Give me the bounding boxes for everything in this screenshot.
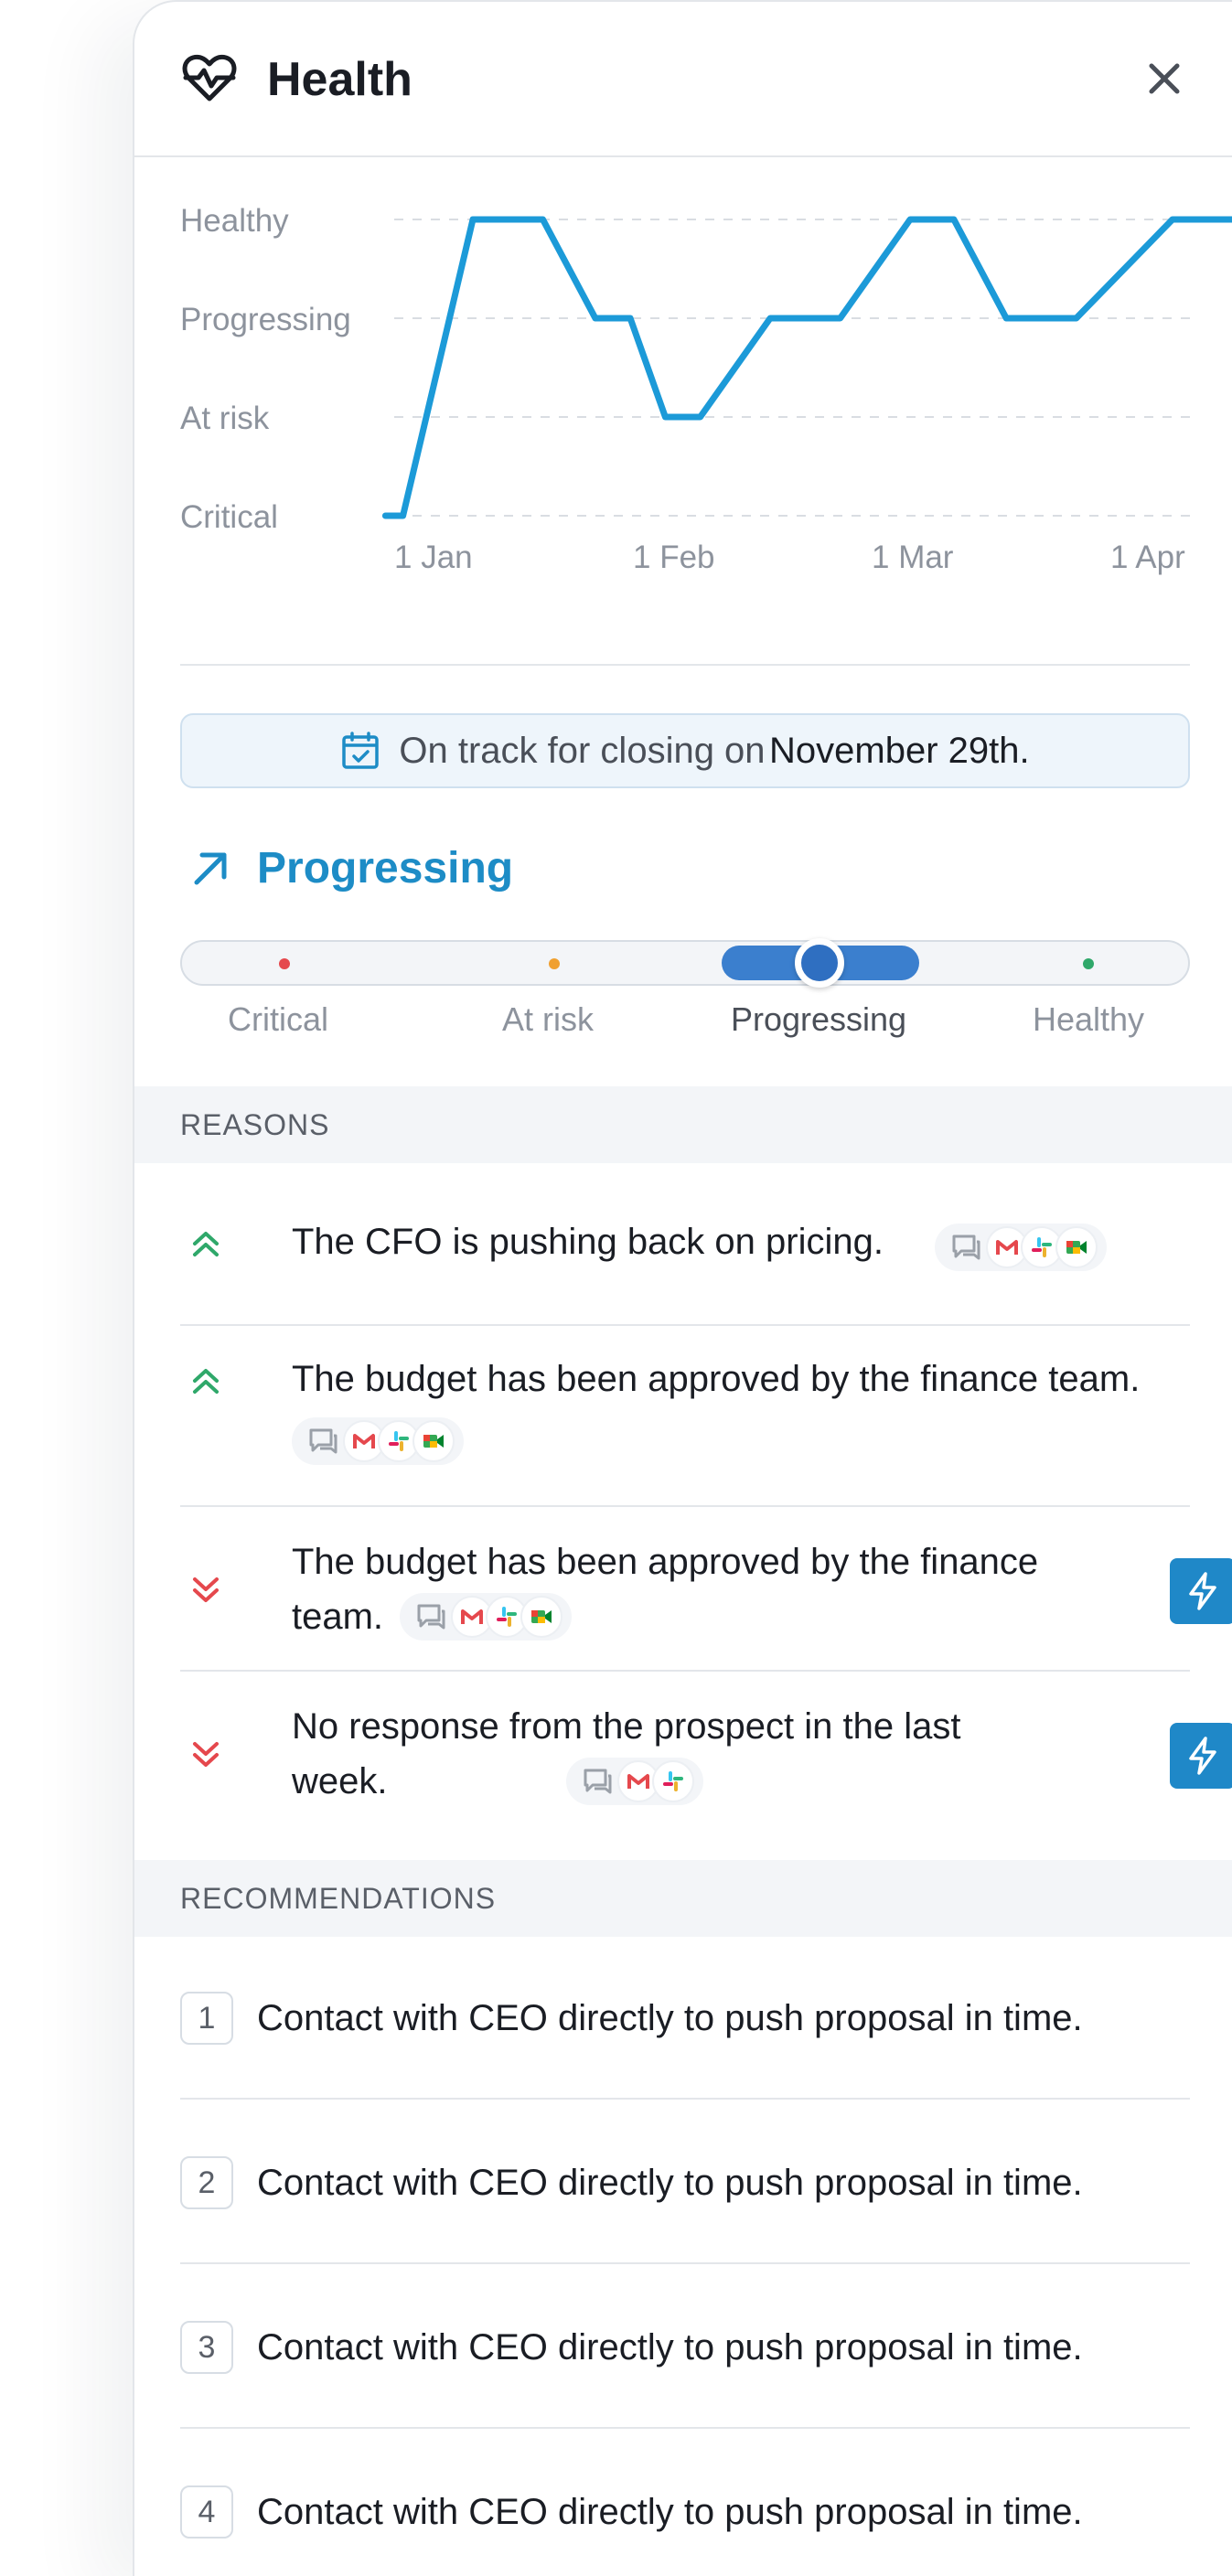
scale-label-healthy: Healthy xyxy=(1032,1000,1145,1038)
divider xyxy=(180,664,1190,666)
lightning-icon xyxy=(1189,1572,1216,1610)
panel-header: Health xyxy=(134,2,1232,157)
x-tick-label: 1 Jan xyxy=(394,540,473,575)
recommendation-number: 3 xyxy=(180,2321,233,2374)
scale-label-progressing: Progressing xyxy=(730,1000,907,1038)
banner-text: On track for closing on xyxy=(399,730,766,771)
divider xyxy=(180,1324,1190,1326)
reason-text-line1: No response from the prospect in the las… xyxy=(292,1706,961,1747)
reason-sources[interactable] xyxy=(292,1417,464,1465)
banner-date: November 29th. xyxy=(769,730,1030,771)
chat-icon xyxy=(952,1235,980,1260)
divider xyxy=(180,2262,1190,2264)
health-scale-slider[interactable] xyxy=(180,938,1190,988)
section-title: RECOMMENDATIONS xyxy=(180,1881,497,1915)
reason-item: The budget has been approved by the fina… xyxy=(180,1534,1232,1672)
status-row: Progressing xyxy=(191,836,513,900)
double-chevron-down-icon xyxy=(193,1577,219,1602)
recommendation-item[interactable]: 3 Contact with CEO directly to push prop… xyxy=(180,2321,1190,2376)
recommendation-text: Contact with CEO directly to push propos… xyxy=(257,1998,1083,2038)
at-risk-dot xyxy=(549,958,560,969)
google-meet-icon xyxy=(412,1420,455,1462)
chat-icon xyxy=(584,1769,612,1794)
recommendation-text: Contact with CEO directly to push propos… xyxy=(257,2163,1083,2203)
reason-sources[interactable] xyxy=(400,1593,572,1641)
health-panel: Health Healthy Progressing At risk Criti… xyxy=(133,0,1232,2576)
double-chevron-down-icon xyxy=(193,1742,219,1767)
divider xyxy=(180,2098,1190,2100)
recommendation-item[interactable]: 4 Contact with CEO directly to push prop… xyxy=(180,2485,1190,2540)
y-tick-label: Critical xyxy=(180,499,278,535)
recommendation-item[interactable]: 2 Contact with CEO directly to push prop… xyxy=(180,2156,1190,2211)
recommendation-number: 2 xyxy=(180,2156,233,2209)
section-title: REASONS xyxy=(180,1107,330,1141)
chat-icon xyxy=(417,1604,445,1630)
critical-dot xyxy=(279,958,290,969)
quick-action-button[interactable] xyxy=(1170,1558,1232,1624)
recommendation-number: 4 xyxy=(180,2485,233,2539)
divider xyxy=(180,1670,1190,1672)
divider xyxy=(180,1505,1190,1507)
lightning-icon xyxy=(1189,1737,1216,1775)
reason-item: The budget has been approved by the fina… xyxy=(180,1352,1190,1507)
calendar-check-icon xyxy=(342,732,380,769)
health-line-chart xyxy=(381,216,1232,519)
x-tick-label: 1 Apr xyxy=(1110,540,1185,575)
y-tick-label: Progressing xyxy=(180,302,351,337)
slack-icon xyxy=(652,1760,694,1802)
google-meet-icon xyxy=(520,1596,562,1638)
double-chevron-up-icon xyxy=(193,1232,219,1256)
slider-knob[interactable] xyxy=(795,938,844,988)
recommendation-text: Contact with CEO directly to push propos… xyxy=(257,2327,1083,2368)
page-title: Health xyxy=(267,53,412,106)
scale-label-critical: Critical xyxy=(227,1000,328,1038)
reason-text: The budget has been approved by the fina… xyxy=(292,1359,1141,1399)
reasons-section-header: REASONS xyxy=(134,1086,1232,1163)
reason-text-line2: team. xyxy=(292,1597,384,1637)
scale-label-at-risk: At risk xyxy=(501,1000,594,1038)
heart-pulse-icon xyxy=(182,54,237,102)
reason-text-line1: The budget has been approved by the fina… xyxy=(292,1542,1039,1582)
double-chevron-up-icon xyxy=(193,1369,219,1394)
x-tick-label: 1 Mar xyxy=(872,540,954,575)
reason-item: No response from the prospect in the las… xyxy=(180,1699,1232,1836)
recommendations-section-header: RECOMMENDATIONS xyxy=(134,1860,1232,1937)
divider xyxy=(180,2427,1190,2429)
reason-item: The CFO is pushing back on pricing. xyxy=(180,1214,1190,1324)
reason-text: The CFO is pushing back on pricing. xyxy=(292,1222,884,1262)
close-icon[interactable] xyxy=(1141,55,1188,102)
reason-sources[interactable] xyxy=(935,1224,1107,1271)
health-series-line xyxy=(381,216,1232,519)
y-tick-label: Healthy xyxy=(180,203,289,239)
recommendation-text: Contact with CEO directly to push propos… xyxy=(257,2492,1083,2532)
recommendation-number: 1 xyxy=(180,1992,233,2045)
quick-action-button[interactable] xyxy=(1170,1723,1232,1789)
y-tick-label: At risk xyxy=(180,401,270,436)
recommendation-item[interactable]: 1 Contact with CEO directly to push prop… xyxy=(180,1992,1190,2047)
closing-forecast-banner: On track for closing on November 29th. xyxy=(180,713,1190,788)
chat-icon xyxy=(309,1428,337,1454)
reason-sources[interactable] xyxy=(566,1758,703,1805)
status-label: Progressing xyxy=(257,843,514,893)
reason-text-line2: week. xyxy=(292,1761,388,1801)
google-meet-icon xyxy=(1055,1226,1098,1268)
x-tick-label: 1 Feb xyxy=(633,540,715,575)
healthy-dot xyxy=(1083,958,1094,969)
arrow-up-right-icon xyxy=(194,852,227,885)
health-chart: Healthy Progressing At risk Critical 1 J… xyxy=(134,185,1232,587)
